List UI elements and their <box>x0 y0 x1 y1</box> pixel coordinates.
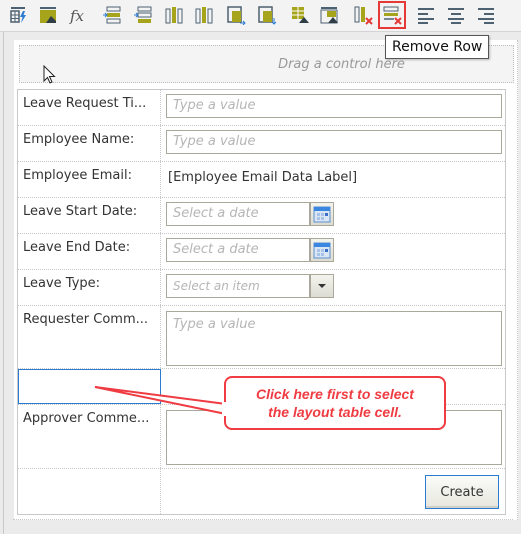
insert-column-right-icon <box>195 7 213 24</box>
instruction-callout: Click here first to select the layout ta… <box>224 376 446 430</box>
requester-comments-textarea[interactable]: Type a value <box>166 311 502 366</box>
table-row: Leave End Date: Select a date <box>18 234 505 270</box>
align-left-icon <box>418 8 434 24</box>
layout-table: Leave Request Ti... Type a value Employe… <box>17 89 506 515</box>
merge-down-icon <box>258 6 277 25</box>
insert-row-below-icon <box>134 6 152 23</box>
value-cell[interactable]: Type a value <box>162 90 505 125</box>
insert-column-left-button[interactable] <box>163 4 185 26</box>
create-button[interactable]: Create <box>425 475 499 509</box>
table-row: Leave Start Date: Select a date <box>18 198 505 234</box>
value-cell[interactable]: Select a date <box>162 198 505 233</box>
label-requester-comments[interactable]: Requester Comm... <box>18 306 161 368</box>
label-employee-name[interactable]: Employee Name: <box>18 126 161 161</box>
label-employee-email[interactable]: Employee Email: <box>18 162 161 197</box>
label-leave-start-date[interactable]: Leave Start Date: <box>18 198 161 233</box>
label-leave-type[interactable]: Leave Type: <box>18 270 161 305</box>
table-lightning-icon <box>10 7 26 23</box>
insert-row-above-icon <box>103 6 121 24</box>
value-cell[interactable]: Select a date <box>162 234 505 269</box>
remove-row-button[interactable] <box>378 1 406 29</box>
selected-layout-cell[interactable] <box>18 369 161 404</box>
table-row: Create <box>18 469 505 514</box>
remove-column-button[interactable] <box>352 4 374 26</box>
insert-column-right-button[interactable] <box>193 4 215 26</box>
cell-properties-icon <box>320 7 338 24</box>
calendar-icon <box>313 206 331 223</box>
insert-column-left-icon <box>165 7 183 24</box>
leave-start-date-picker-button[interactable] <box>310 202 334 226</box>
cell-properties-button[interactable] <box>318 4 340 26</box>
remove-column-icon <box>354 6 373 25</box>
mouse-cursor-icon <box>43 65 56 84</box>
leave-type-select[interactable]: Select an item <box>166 274 310 298</box>
callout-line-1: Click here first to select <box>256 386 414 402</box>
employee-name-input[interactable]: Type a value <box>166 130 502 154</box>
chevron-down-icon <box>318 284 326 288</box>
employee-email-data-label: [Employee Email Data Label] <box>168 170 358 185</box>
empty-label-cell[interactable] <box>18 469 161 514</box>
value-cell[interactable]: Type a value <box>162 306 505 368</box>
table-row: Leave Type: Select an item <box>18 270 505 306</box>
fx-icon: fx <box>69 7 85 25</box>
value-cell[interactable]: [Employee Email Data Label] <box>162 162 505 197</box>
table-lightning-button[interactable] <box>8 4 30 26</box>
insert-row-above-button[interactable] <box>101 4 123 26</box>
value-cell[interactable]: Type a value <box>162 126 505 161</box>
form-designer: fx Drag a control here Leave Request Ti.… <box>0 0 521 534</box>
leave-type-dropdown-button[interactable] <box>310 274 334 298</box>
table-row: Employee Email: [Employee Email Data Lab… <box>18 162 505 198</box>
remove-row-tooltip: Remove Row <box>385 35 490 59</box>
insert-row-below-button[interactable] <box>132 4 154 26</box>
align-center-button[interactable] <box>445 4 467 26</box>
align-right-button[interactable] <box>475 4 497 26</box>
table-row: Leave Request Ti... Type a value <box>18 90 505 126</box>
label-approver-comments[interactable]: Approver Comme... <box>18 405 161 468</box>
value-cell[interactable]: Create <box>162 469 505 514</box>
leave-end-date-input[interactable]: Select a date <box>166 238 310 262</box>
image-icon <box>40 7 56 23</box>
align-center-icon <box>448 8 464 24</box>
callout-line-2: the layout table cell. <box>268 404 402 420</box>
leave-start-date-input[interactable]: Select a date <box>166 202 310 226</box>
align-right-icon <box>478 8 494 24</box>
merge-down-button[interactable] <box>256 4 278 26</box>
calendar-icon <box>313 242 331 259</box>
label-leave-request-title[interactable]: Leave Request Ti... <box>18 90 161 125</box>
split-cells-icon <box>292 7 309 23</box>
leave-request-title-input[interactable]: Type a value <box>166 94 502 118</box>
merge-right-icon <box>227 6 246 25</box>
form-bottom-border <box>13 519 513 520</box>
formula-button[interactable]: fx <box>67 4 89 26</box>
merge-right-button[interactable] <box>225 4 247 26</box>
value-cell[interactable]: Select an item <box>162 270 505 305</box>
table-row: Employee Name: Type a value <box>18 126 505 162</box>
insert-image-button[interactable] <box>37 4 59 26</box>
align-left-button[interactable] <box>415 4 437 26</box>
leave-end-date-picker-button[interactable] <box>310 238 334 262</box>
remove-row-icon <box>383 6 402 25</box>
table-row: Requester Comm... Type a value <box>18 306 505 369</box>
svg-text:fx: fx <box>69 7 85 25</box>
label-leave-end-date[interactable]: Leave End Date: <box>18 234 161 269</box>
toolbar: fx <box>0 0 521 32</box>
split-cells-button[interactable] <box>289 4 311 26</box>
